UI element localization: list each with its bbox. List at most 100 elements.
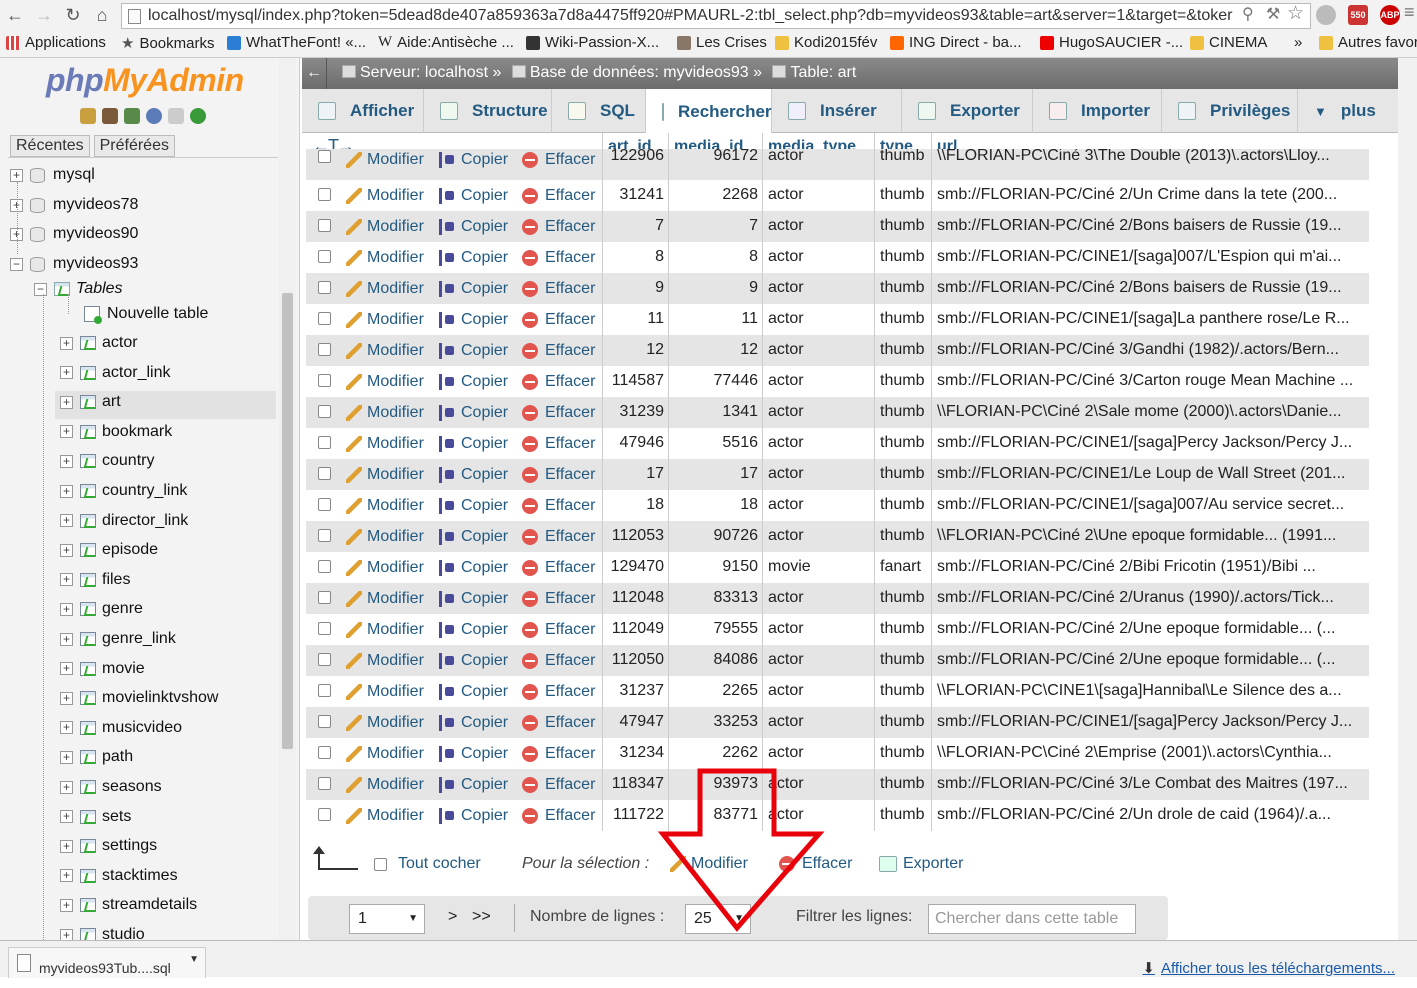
- tab-recent[interactable]: Récentes: [10, 135, 90, 157]
- row-copy-button[interactable]: Copier: [438, 428, 508, 459]
- cell-url[interactable]: smb://FLORIAN-PC/Ciné 2/Une epoque formi…: [931, 645, 1369, 676]
- expand-icon[interactable]: +: [60, 425, 73, 439]
- breadcrumb-server[interactable]: Serveur: localhost »: [360, 64, 501, 81]
- row-checkbox[interactable]: [318, 684, 331, 697]
- cell-url[interactable]: smb://FLORIAN-PC/CINE1/[saga]La panthere…: [931, 304, 1369, 335]
- row-edit-button[interactable]: Modifier: [346, 242, 424, 273]
- sidebar-table-actor-link[interactable]: + actor_link: [60, 360, 170, 386]
- home-icon[interactable]: ⌂: [91, 4, 113, 26]
- sidebar-table-studio[interactable]: + studio: [60, 922, 145, 940]
- row-delete-button[interactable]: Effacer: [522, 144, 595, 175]
- refresh-icon[interactable]: [190, 108, 206, 124]
- row-edit-button[interactable]: Modifier: [346, 366, 424, 397]
- address-bar[interactable]: localhost/mysql/index.php?token=5dead8de…: [121, 3, 1311, 29]
- sidebar-table-streamdetails[interactable]: + streamdetails: [60, 892, 197, 918]
- row-copy-button[interactable]: Copier: [438, 459, 508, 490]
- row-checkbox[interactable]: [318, 281, 331, 294]
- row-checkbox[interactable]: [318, 529, 331, 542]
- row-checkbox[interactable]: [318, 250, 331, 263]
- star-icon[interactable]: ☆: [1287, 2, 1304, 25]
- row-copy-button[interactable]: Copier: [438, 242, 508, 273]
- expand-icon[interactable]: +: [60, 691, 73, 705]
- show-all-downloads-link[interactable]: ⬇ Afficher tous les téléchargements...: [1142, 959, 1395, 977]
- expand-icon[interactable]: +: [60, 395, 73, 409]
- sidebar-table-seasons[interactable]: + seasons: [60, 774, 162, 800]
- cell-url[interactable]: smb://FLORIAN-PC/Ciné 2/Une epoque formi…: [931, 614, 1369, 645]
- bookmarks-overflow[interactable]: »: [1294, 34, 1302, 51]
- cell-url[interactable]: smb://FLORIAN-PC/Ciné 2/Un Crime dans la…: [931, 180, 1369, 211]
- exit-icon[interactable]: [102, 108, 118, 124]
- sidebar-table-sets[interactable]: + sets: [60, 804, 131, 830]
- cell-url[interactable]: smb://FLORIAN-PC/Ciné 3/Gandhi (1982)/.a…: [931, 335, 1369, 366]
- cell-url[interactable]: smb://FLORIAN-PC/CINE1/[saga]Percy Jacks…: [931, 707, 1369, 738]
- collapse-icon[interactable]: −: [10, 257, 23, 271]
- cell-url[interactable]: smb://FLORIAN-PC/CINE1/[saga]Percy Jacks…: [931, 428, 1369, 459]
- sidebar-table-movie[interactable]: + movie: [60, 656, 145, 682]
- cell-url[interactable]: smb://FLORIAN-PC/Ciné 2/Bons baisers de …: [931, 211, 1369, 242]
- row-copy-button[interactable]: Copier: [438, 490, 508, 521]
- row-copy-button[interactable]: Copier: [438, 738, 508, 769]
- row-edit-button[interactable]: Modifier: [346, 676, 424, 707]
- sidebar-table-stacktimes[interactable]: + stacktimes: [60, 863, 178, 889]
- row-checkbox[interactable]: [318, 746, 331, 759]
- tab-exporter[interactable]: Exporter: [902, 89, 1033, 133]
- tab-rechercher[interactable]: Rechercher: [646, 89, 772, 134]
- expand-icon[interactable]: +: [60, 602, 73, 616]
- row-copy-button[interactable]: Copier: [438, 366, 508, 397]
- row-edit-button[interactable]: Modifier: [346, 738, 424, 769]
- expand-icon[interactable]: +: [60, 869, 73, 883]
- row-copy-button[interactable]: Copier: [438, 645, 508, 676]
- cell-url[interactable]: smb://FLORIAN-PC/CINE1/[saga]007/L'Espio…: [931, 242, 1369, 273]
- expand-icon[interactable]: +: [60, 336, 73, 350]
- row-delete-button[interactable]: Effacer: [522, 304, 595, 335]
- tab-structure[interactable]: Structure: [424, 89, 552, 133]
- expand-icon[interactable]: +: [60, 928, 73, 940]
- breadcrumb-table[interactable]: Table: art: [790, 64, 856, 81]
- row-delete-button[interactable]: Effacer: [522, 645, 595, 676]
- sidebar-new-table[interactable]: Nouvelle table: [84, 301, 208, 327]
- bookmark-hugosaucier[interactable]: HugoSAUCIER -...: [1040, 34, 1183, 51]
- bookmark-bookmarks[interactable]: ★ Bookmarks: [121, 34, 214, 53]
- bookmark-autres[interactable]: Autres favoris: [1319, 34, 1417, 51]
- row-checkbox[interactable]: [318, 467, 331, 480]
- row-checkbox[interactable]: [318, 591, 331, 604]
- bookmark-kodi[interactable]: Kodi2015fév: [775, 34, 877, 51]
- row-checkbox[interactable]: [318, 312, 331, 325]
- tab-sql[interactable]: SQL: [552, 89, 646, 133]
- sidebar-table-actor[interactable]: + actor: [60, 330, 138, 356]
- row-edit-button[interactable]: Modifier: [346, 428, 424, 459]
- row-copy-button[interactable]: Copier: [438, 614, 508, 645]
- row-delete-button[interactable]: Effacer: [522, 366, 595, 397]
- row-edit-button[interactable]: Modifier: [346, 800, 424, 831]
- row-delete-button[interactable]: Effacer: [522, 707, 595, 738]
- sidebar-table-genre-link[interactable]: + genre_link: [60, 626, 176, 652]
- sidebar-table-episode[interactable]: + episode: [60, 537, 158, 563]
- row-delete-button[interactable]: Effacer: [522, 397, 595, 428]
- expand-icon[interactable]: +: [60, 780, 73, 794]
- cell-url[interactable]: \\FLORIAN-PC\Ciné 3\The Double (2013)\.a…: [931, 149, 1369, 180]
- tab-favorites[interactable]: Préférées: [93, 135, 175, 157]
- sidebar-table-country[interactable]: + country: [60, 448, 154, 474]
- expand-icon[interactable]: +: [60, 573, 73, 587]
- row-edit-button[interactable]: Modifier: [346, 459, 424, 490]
- row-delete-button[interactable]: Effacer: [522, 273, 595, 304]
- sidebar-table-genre[interactable]: + genre: [60, 596, 143, 622]
- docs-icon[interactable]: [168, 108, 184, 124]
- row-copy-button[interactable]: Copier: [438, 583, 508, 614]
- row-checkbox[interactable]: [318, 777, 331, 790]
- sidebar-table-director-link[interactable]: + director_link: [60, 508, 188, 534]
- row-copy-button[interactable]: Copier: [438, 800, 508, 831]
- row-edit-button[interactable]: Modifier: [346, 707, 424, 738]
- row-delete-button[interactable]: Effacer: [522, 800, 595, 831]
- help-icon[interactable]: [146, 108, 162, 124]
- sidebar-db-myvideos90[interactable]: + myvideos90: [10, 221, 138, 247]
- sidebar-table-art[interactable]: + art: [60, 389, 121, 415]
- row-delete-button[interactable]: Effacer: [522, 738, 595, 769]
- cell-url[interactable]: smb://FLORIAN-PC/Ciné 2/Bons baisers de …: [931, 273, 1369, 304]
- row-checkbox[interactable]: [318, 343, 331, 356]
- main-scrollbar[interactable]: [1398, 58, 1417, 940]
- expand-icon[interactable]: +: [60, 484, 73, 498]
- sidebar-table-country-link[interactable]: + country_link: [60, 478, 187, 504]
- adblock-icon[interactable]: ABP: [1380, 5, 1400, 25]
- tab-privilges[interactable]: Privilèges: [1162, 89, 1298, 133]
